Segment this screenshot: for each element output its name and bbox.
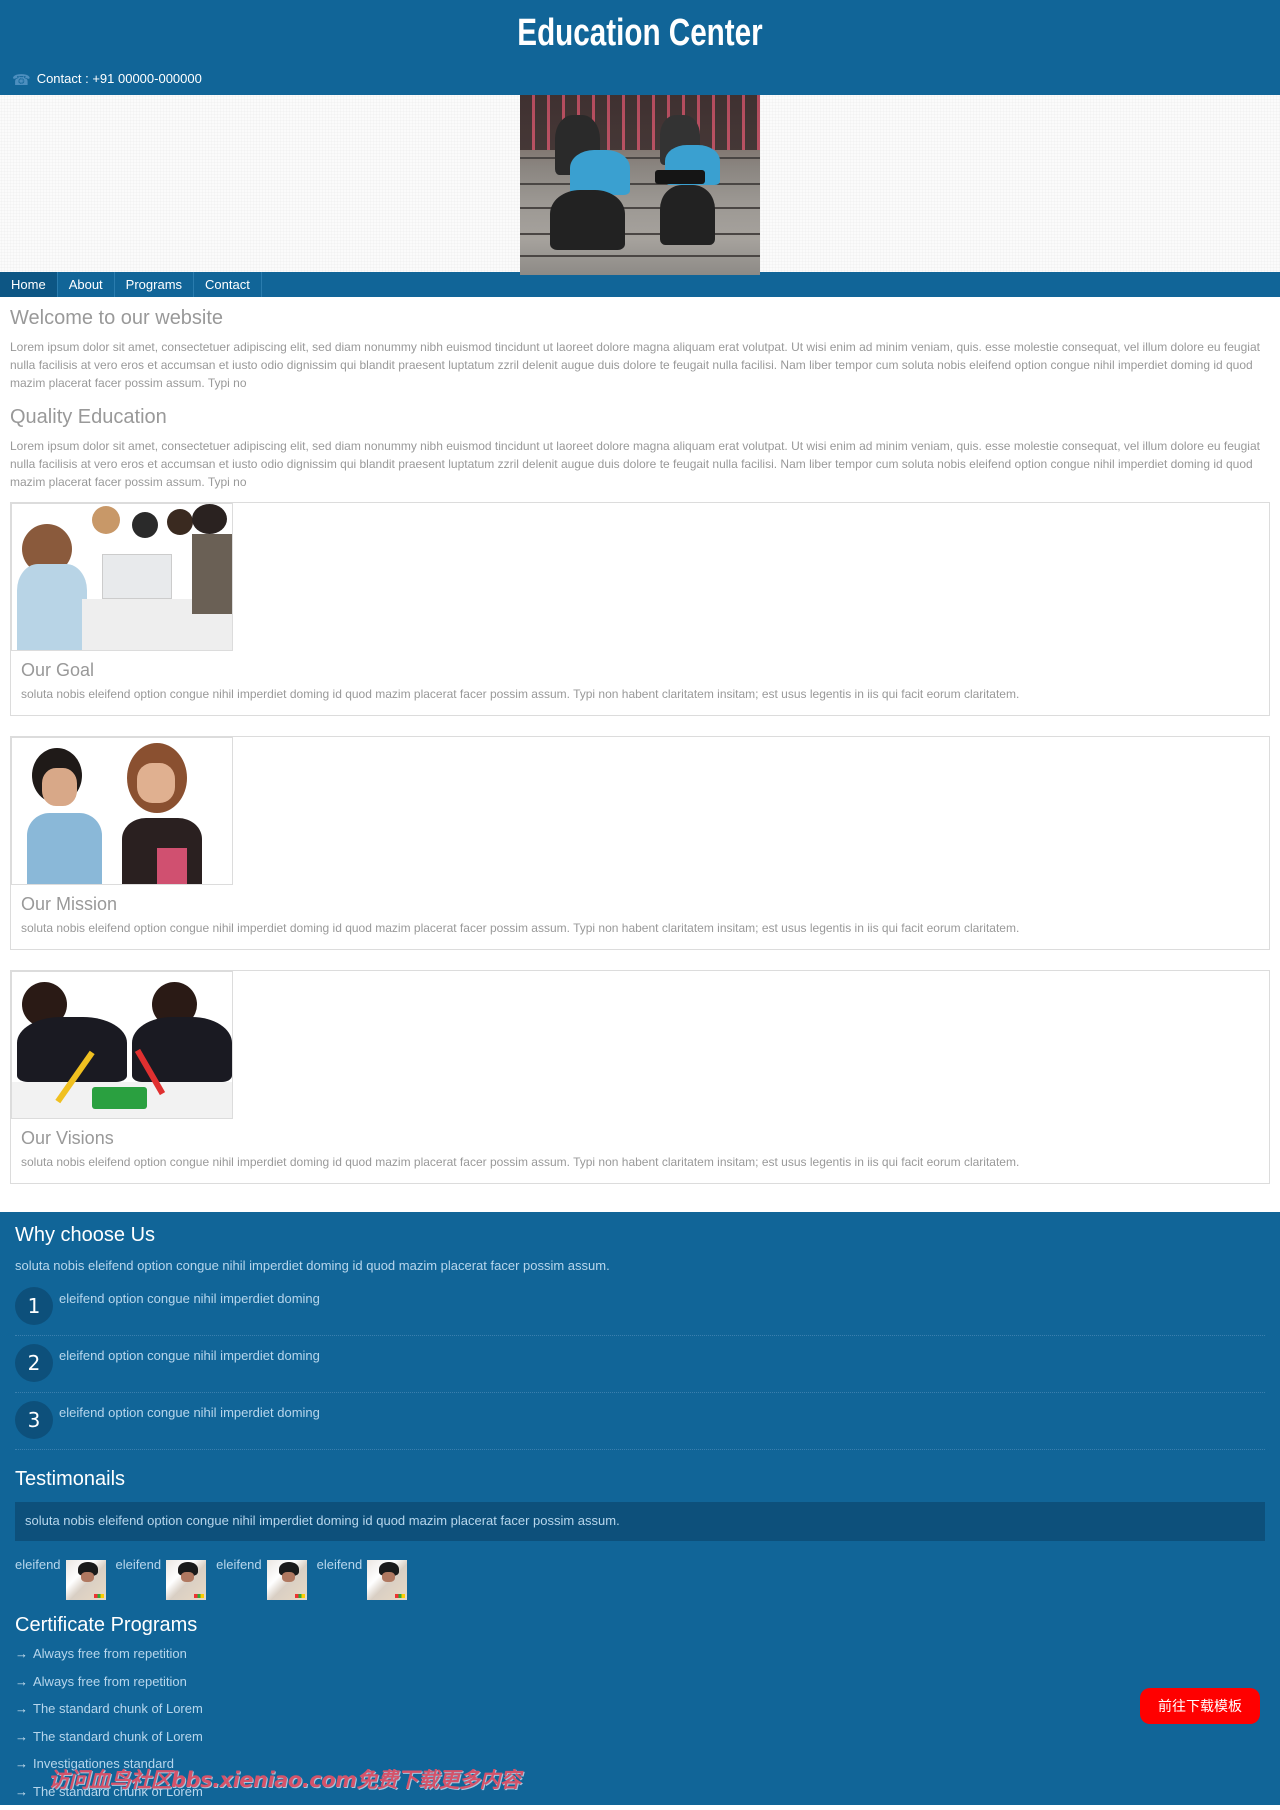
person-name: eleifend	[116, 1557, 162, 1572]
arrow-right-icon: →	[15, 1701, 28, 1716]
arrow-right-icon: →	[15, 1729, 28, 1744]
quality-title: Quality Education	[10, 406, 1270, 429]
main-content: Welcome to our website Lorem ipsum dolor…	[0, 307, 1280, 1184]
welcome-text: Lorem ipsum dolor sit amet, consectetuer…	[10, 338, 1270, 392]
card-text: soluta nobis eleifend option congue nihi…	[21, 1155, 1269, 1169]
card-goal: Our Goal soluta nobis eleifend option co…	[10, 502, 1270, 716]
phone-icon: ☎	[12, 71, 31, 89]
testimonials-title: Testimonails	[15, 1468, 1265, 1491]
person-name: eleifend	[317, 1557, 363, 1572]
info-section: Why choose Us soluta nobis eleifend opti…	[0, 1212, 1280, 1805]
testimonial-person[interactable]: eleifend	[15, 1557, 106, 1600]
banner	[0, 95, 1280, 272]
why-item: 3 eleifend option congue nihil imperdiet…	[15, 1393, 1265, 1450]
card-text: soluta nobis eleifend option congue nihi…	[21, 687, 1269, 701]
certificates-title: Certificate Programs	[15, 1614, 1265, 1637]
watermark: 访问血鸟社区bbs.xieniao.com免费下载更多内容	[48, 1764, 521, 1794]
nav-contact[interactable]: Contact	[194, 272, 262, 297]
card-visions: Our Visions soluta nobis eleifend option…	[10, 970, 1270, 1184]
why-subtitle: soluta nobis eleifend option congue nihi…	[15, 1258, 1265, 1273]
certificate-link[interactable]: →The standard chunk of Lorem	[15, 1700, 1265, 1728]
why-item-text: eleifend option congue nihil imperdiet d…	[59, 1405, 320, 1420]
goal-image	[11, 503, 233, 651]
card-title: Our Goal	[21, 660, 1269, 681]
testimonial-quote: soluta nobis eleifend option congue nihi…	[15, 1502, 1265, 1541]
why-item-text: eleifend option congue nihil imperdiet d…	[59, 1348, 320, 1363]
site-header: Education Center ☎ Contact : +91 00000-0…	[0, 0, 1280, 95]
avatar	[367, 1560, 407, 1600]
arrow-right-icon: →	[15, 1646, 28, 1661]
why-list: 1 eleifend option congue nihil imperdiet…	[15, 1279, 1265, 1450]
card-mission: Our Mission soluta nobis eleifend option…	[10, 736, 1270, 950]
certificate-link[interactable]: →The standard chunk of Lorem	[15, 1728, 1265, 1756]
number-badge: 3	[15, 1401, 53, 1439]
banner-image	[520, 95, 760, 275]
card-title: Our Visions	[21, 1128, 1269, 1149]
testimonial-person[interactable]: eleifend	[116, 1557, 207, 1600]
arrow-right-icon: →	[15, 1756, 28, 1771]
main-nav: Home About Programs Contact	[0, 272, 1280, 297]
why-title: Why choose Us	[15, 1224, 1265, 1247]
nav-home[interactable]: Home	[0, 272, 58, 297]
why-item-text: eleifend option congue nihil imperdiet d…	[59, 1291, 320, 1306]
site-title: Education Center	[141, 12, 1139, 55]
card-title: Our Mission	[21, 894, 1269, 915]
contact-text: Contact : +91 00000-000000	[37, 71, 202, 86]
visions-image	[11, 971, 233, 1119]
why-item: 1 eleifend option congue nihil imperdiet…	[15, 1279, 1265, 1336]
arrow-right-icon: →	[15, 1674, 28, 1689]
quality-text: Lorem ipsum dolor sit amet, consectetuer…	[10, 437, 1270, 491]
why-item: 2 eleifend option congue nihil imperdiet…	[15, 1336, 1265, 1393]
download-template-button[interactable]: 前往下载模板	[1140, 1688, 1260, 1724]
person-name: eleifend	[216, 1557, 262, 1572]
person-name: eleifend	[15, 1557, 61, 1572]
contact-info: ☎ Contact : +91 00000-000000	[12, 68, 202, 89]
card-text: soluta nobis eleifend option congue nihi…	[21, 921, 1269, 935]
testimonial-person[interactable]: eleifend	[216, 1557, 307, 1600]
number-badge: 1	[15, 1287, 53, 1325]
nav-about[interactable]: About	[58, 272, 115, 297]
mission-image	[11, 737, 233, 885]
certificate-link[interactable]: →Always free from repetition	[15, 1645, 1265, 1673]
testimonial-people: eleifend eleifend eleifend eleifend	[15, 1557, 1265, 1600]
nav-programs[interactable]: Programs	[115, 272, 194, 297]
avatar	[66, 1560, 106, 1600]
arrow-right-icon: →	[15, 1784, 28, 1799]
avatar	[166, 1560, 206, 1600]
welcome-title: Welcome to our website	[10, 307, 1270, 330]
avatar	[267, 1560, 307, 1600]
number-badge: 2	[15, 1344, 53, 1382]
testimonial-person[interactable]: eleifend	[317, 1557, 408, 1600]
certificate-link[interactable]: →Always free from repetition	[15, 1673, 1265, 1701]
